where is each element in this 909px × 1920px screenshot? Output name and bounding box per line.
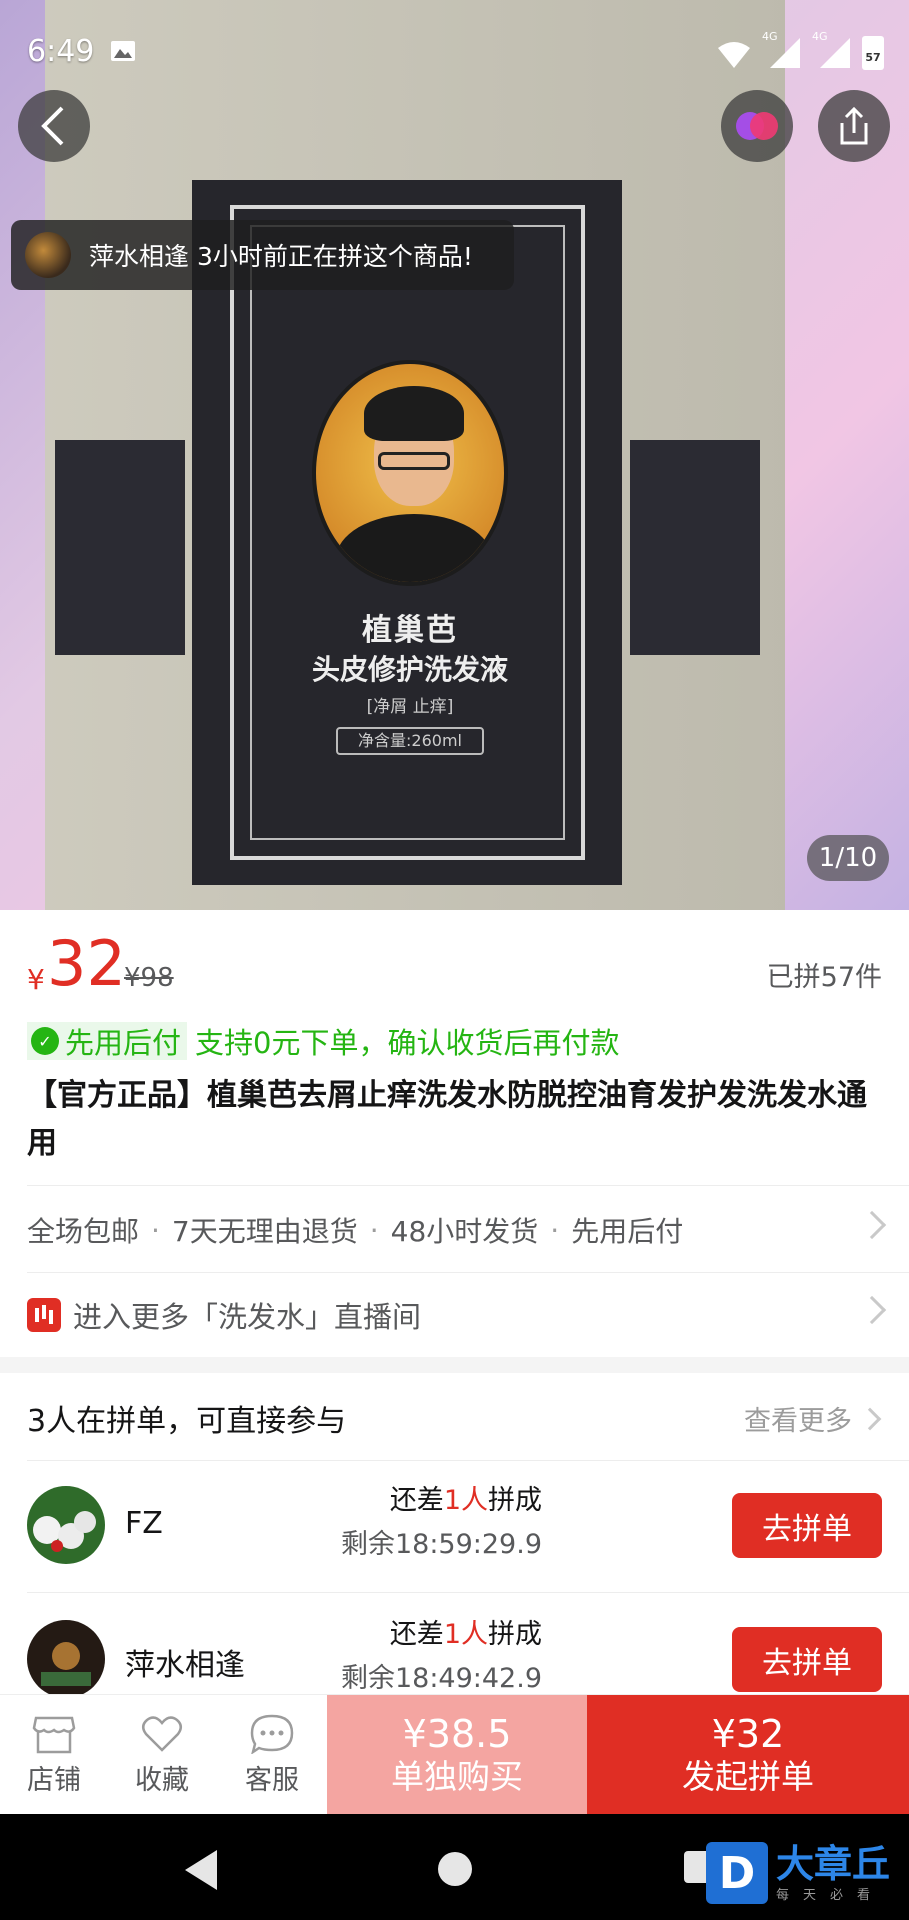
original-price: ¥98 bbox=[124, 963, 174, 993]
store-label: 店铺 bbox=[27, 1764, 81, 1796]
store-icon bbox=[32, 1716, 76, 1753]
buy-alone-label: 单独购买 bbox=[391, 1757, 523, 1796]
status-bar: 6:49 4G 4G 57 bbox=[0, 0, 909, 100]
double-heart-icon bbox=[736, 112, 778, 140]
image-notification-icon bbox=[111, 41, 135, 61]
box-side-panel-left bbox=[55, 440, 185, 655]
currency-symbol: ¥ bbox=[27, 963, 45, 996]
group-list-item: FZ 还差1人拼成 剩余18:59:29.9 去拼单 bbox=[27, 1468, 882, 1578]
service-pay-later: 先用后付 bbox=[571, 1215, 684, 1248]
divider bbox=[27, 1460, 909, 1461]
chat-icon bbox=[250, 1714, 294, 1754]
group-activity-text: 萍水相逢 3小时前正在拼这个商品! bbox=[89, 242, 473, 271]
group-buy-header: 3人在拼单，可直接参与 查看更多 bbox=[27, 1393, 882, 1443]
product-label-volume: 净含量:260ml bbox=[336, 727, 484, 755]
product-label-claim: [净屑 止痒] bbox=[366, 697, 454, 717]
signal-icon-1: 4G bbox=[762, 30, 802, 70]
live-room-label: 进入更多「洗发水」直播间 bbox=[73, 1300, 422, 1334]
group-price: 32 bbox=[47, 927, 126, 1000]
price-row: ¥ 32 ¥98 已拼57件 bbox=[27, 927, 882, 1005]
service-48h-ship: 48小时发货 bbox=[390, 1215, 539, 1248]
join-group-button[interactable]: 去拼单 bbox=[732, 1627, 882, 1692]
image-counter: 1/10 bbox=[807, 835, 889, 881]
store-button[interactable]: 店铺 bbox=[0, 1695, 108, 1815]
service-free-shipping: 全场包邮 bbox=[27, 1215, 140, 1248]
section-gap bbox=[0, 1357, 909, 1373]
buy-alone-button[interactable]: ¥38.5 单独购买 bbox=[327, 1695, 587, 1815]
group-need-text: 还差1人拼成 bbox=[389, 1619, 542, 1650]
chevron-left-icon bbox=[41, 106, 64, 146]
start-group-label: 发起拼单 bbox=[682, 1757, 814, 1796]
nav-back-icon[interactable] bbox=[185, 1850, 217, 1890]
chevron-right-icon bbox=[858, 1407, 882, 1430]
avatar bbox=[25, 232, 71, 278]
status-icons: 4G 4G 57 bbox=[716, 30, 884, 70]
avatar bbox=[27, 1620, 105, 1698]
product-title: 【官方正品】植巢芭去屑止痒洗发水防脱控油育发护发洗发水通用 bbox=[27, 1078, 867, 1161]
service-7day-return: 7天无理由退货 bbox=[171, 1215, 358, 1248]
live-stream-icon bbox=[27, 1298, 61, 1332]
group-activity-toast[interactable]: 萍水相逢 3小时前正在拼这个商品! bbox=[11, 220, 514, 290]
favorite-button[interactable]: 收藏 bbox=[108, 1695, 216, 1815]
divider bbox=[27, 1592, 909, 1593]
see-more-link[interactable]: 查看更多 bbox=[744, 1399, 882, 1438]
nav-home-icon[interactable] bbox=[438, 1852, 472, 1886]
pay-later-tag: ✓ 先用后付 bbox=[27, 1022, 188, 1060]
product-page: 植巢芭 头皮修护洗发液 [净屑 止痒] 净含量:260ml 1/10 6:49 … bbox=[0, 0, 909, 1920]
start-group-button[interactable]: ¥32 发起拼单 bbox=[587, 1695, 909, 1815]
customer-service-label: 客服 bbox=[245, 1764, 299, 1796]
customer-service-button[interactable]: 客服 bbox=[218, 1695, 326, 1815]
watermark-logo: D 大章丘 每天必看 bbox=[706, 1842, 890, 1904]
product-label-brand: 植巢芭 bbox=[362, 613, 458, 648]
sold-count: 已拼57件 bbox=[766, 962, 882, 993]
group-countdown: 剩余18:49:42.9 bbox=[340, 1663, 542, 1694]
chevron-right-icon bbox=[857, 1295, 887, 1325]
live-room-entry[interactable]: 进入更多「洗发水」直播间 bbox=[27, 1290, 887, 1340]
heart-icon bbox=[142, 1715, 182, 1752]
group-countdown: 剩余18:59:29.9 bbox=[340, 1529, 542, 1560]
divider bbox=[27, 1272, 909, 1273]
signal-icon-2: 4G bbox=[812, 30, 852, 70]
share-button[interactable] bbox=[818, 90, 890, 162]
watermark-brand: 大章丘 bbox=[776, 1841, 891, 1886]
pay-later-description: 支持0元下单，确认收货后再付款 bbox=[195, 1026, 620, 1060]
start-group-price: ¥32 bbox=[711, 1712, 785, 1756]
service-guarantees-row[interactable]: 全场包邮 · 7天无理由退货 · 48小时发货 · 先用后付 bbox=[27, 1205, 887, 1255]
wifi-icon bbox=[718, 42, 750, 68]
group-buy-title: 3人在拼单，可直接参与 bbox=[27, 1404, 347, 1439]
favorite-label: 收藏 bbox=[135, 1764, 189, 1796]
group-need-text: 还差1人拼成 bbox=[389, 1485, 542, 1516]
chevron-right-icon bbox=[857, 1210, 887, 1240]
box-side-panel-right bbox=[630, 440, 760, 655]
buy-alone-price: ¥38.5 bbox=[402, 1712, 512, 1756]
group-leader-name: 萍水相逢 bbox=[125, 1648, 245, 1683]
pay-later-banner[interactable]: ✓ 先用后付 支持0元下单，确认收货后再付款 bbox=[27, 1022, 619, 1060]
join-group-button[interactable]: 去拼单 bbox=[732, 1493, 882, 1558]
pay-later-shield-icon: ✓ bbox=[31, 1027, 59, 1055]
status-time: 6:49 bbox=[27, 34, 95, 69]
pay-later-tag-label: 先用后付 bbox=[65, 1026, 182, 1060]
bottom-action-bar: 店铺 收藏 客服 ¥38.5 单独购买 ¥32 发起拼单 bbox=[0, 1694, 909, 1815]
product-label-name: 头皮修护洗发液 bbox=[311, 653, 508, 686]
chat-bubble-button[interactable] bbox=[721, 90, 793, 162]
back-button[interactable] bbox=[18, 90, 90, 162]
watermark-d-icon: D bbox=[706, 1842, 768, 1904]
see-more-label: 查看更多 bbox=[744, 1405, 852, 1437]
avatar bbox=[27, 1486, 105, 1564]
share-icon bbox=[840, 106, 868, 145]
group-leader-name: FZ bbox=[125, 1506, 163, 1541]
founder-portrait bbox=[312, 360, 508, 586]
battery-icon: 57 bbox=[862, 36, 884, 70]
divider bbox=[27, 1185, 909, 1186]
watermark-tagline: 每天必看 bbox=[776, 1887, 885, 1903]
